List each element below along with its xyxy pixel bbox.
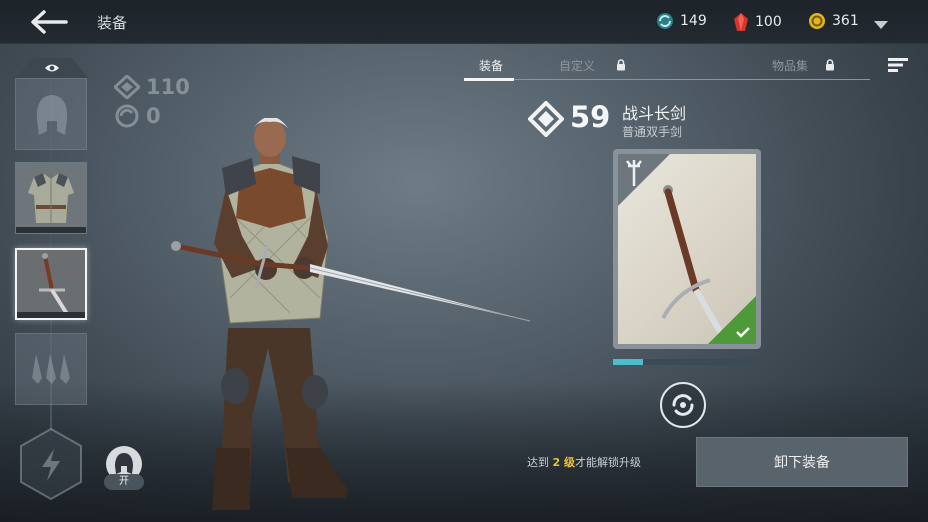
preview-toggle[interactable] xyxy=(16,58,88,78)
unequip-button[interactable]: 卸下装备 xyxy=(696,437,908,487)
currency-ruby[interactable]: 100 xyxy=(733,12,782,32)
screen-title: 装备 xyxy=(97,14,128,32)
chevron-down-icon xyxy=(874,21,888,29)
unlock-level: 2 级 xyxy=(552,456,575,469)
item-type: 普通双手剑 xyxy=(622,125,683,139)
tab-item-sets[interactable]: 物品集 xyxy=(772,57,808,74)
checkmark-icon xyxy=(736,327,750,338)
unlock-suffix: 才能解锁升级 xyxy=(574,456,641,469)
tab-equipment-label: 装备 xyxy=(479,59,504,73)
sort-lines-icon xyxy=(888,58,908,72)
equipment-tabs: 装备 自定义 物品集 xyxy=(464,52,870,81)
slot-ranged[interactable] xyxy=(15,333,87,405)
unequip-button-label: 卸下装备 xyxy=(774,455,830,471)
slot-helmet[interactable] xyxy=(15,78,87,150)
helmet-placeholder-icon xyxy=(36,95,68,135)
ruby-value: 100 xyxy=(755,14,782,30)
throwing-knives-icon xyxy=(32,354,70,384)
lock-icon xyxy=(617,59,625,71)
slot-magic[interactable] xyxy=(18,427,84,501)
helmet-visibility-toggle[interactable]: 开 xyxy=(104,446,144,490)
item-name: 战斗长剑 xyxy=(622,104,687,123)
slot-armor[interactable] xyxy=(15,162,87,234)
currency-gold[interactable]: 361 xyxy=(808,12,859,30)
unlock-requirement-text: 达到 2 级才能解锁升级 xyxy=(527,454,641,470)
ruby-gem-icon xyxy=(734,13,748,31)
item-power-value: 59 xyxy=(570,100,611,134)
lock-icon xyxy=(826,59,834,71)
upgrade-swirl-icon xyxy=(115,104,139,128)
gold-coin-icon xyxy=(809,13,825,29)
energy-orb-icon xyxy=(657,13,673,29)
stat-upgrade: 0 xyxy=(114,104,161,128)
helmet-icon xyxy=(115,453,133,474)
back-button[interactable] xyxy=(30,10,70,34)
power-diamond-icon xyxy=(528,101,564,137)
unlock-prefix: 达到 xyxy=(527,456,549,469)
active-tab-underline xyxy=(464,78,514,81)
stat-power: 110 xyxy=(114,75,190,99)
lightning-hex-icon xyxy=(20,427,82,501)
back-arrow-icon xyxy=(31,10,68,34)
upgrade-swirl-icon xyxy=(672,394,694,416)
currency-dropdown[interactable] xyxy=(873,16,889,29)
two-handed-sword-class-icon xyxy=(626,160,642,186)
stat-upgrade-value: 0 xyxy=(146,104,161,128)
top-bar: 装备 149 100 361 xyxy=(0,0,928,44)
tab-customize[interactable]: 自定义 xyxy=(559,57,595,74)
upgrade-button[interactable] xyxy=(660,382,706,428)
sort-menu-button[interactable] xyxy=(888,57,908,72)
stat-power-value: 110 xyxy=(146,75,190,99)
slot-weapon[interactable] xyxy=(15,248,87,320)
longsword-icon xyxy=(17,250,85,318)
slot-armor-bar xyxy=(16,227,86,233)
power-diamond-icon xyxy=(114,75,140,99)
helmet-toggle-label: 开 xyxy=(104,474,144,490)
tab-customize-label: 自定义 xyxy=(559,59,596,73)
item-upgrade-progress xyxy=(613,359,761,365)
gold-value: 361 xyxy=(832,13,859,29)
item-upgrade-progress-fill xyxy=(613,359,643,365)
tab-item-sets-label: 物品集 xyxy=(772,59,809,73)
currency-energy[interactable]: 149 xyxy=(656,12,707,30)
tab-equipment[interactable]: 装备 xyxy=(479,57,503,74)
item-card[interactable] xyxy=(613,149,761,349)
character-model[interactable] xyxy=(170,118,540,518)
armor-icon xyxy=(16,163,86,233)
energy-value: 149 xyxy=(680,13,707,29)
item-card-art xyxy=(618,154,756,344)
slot-weapon-bar xyxy=(17,312,85,318)
eye-icon xyxy=(45,64,59,72)
